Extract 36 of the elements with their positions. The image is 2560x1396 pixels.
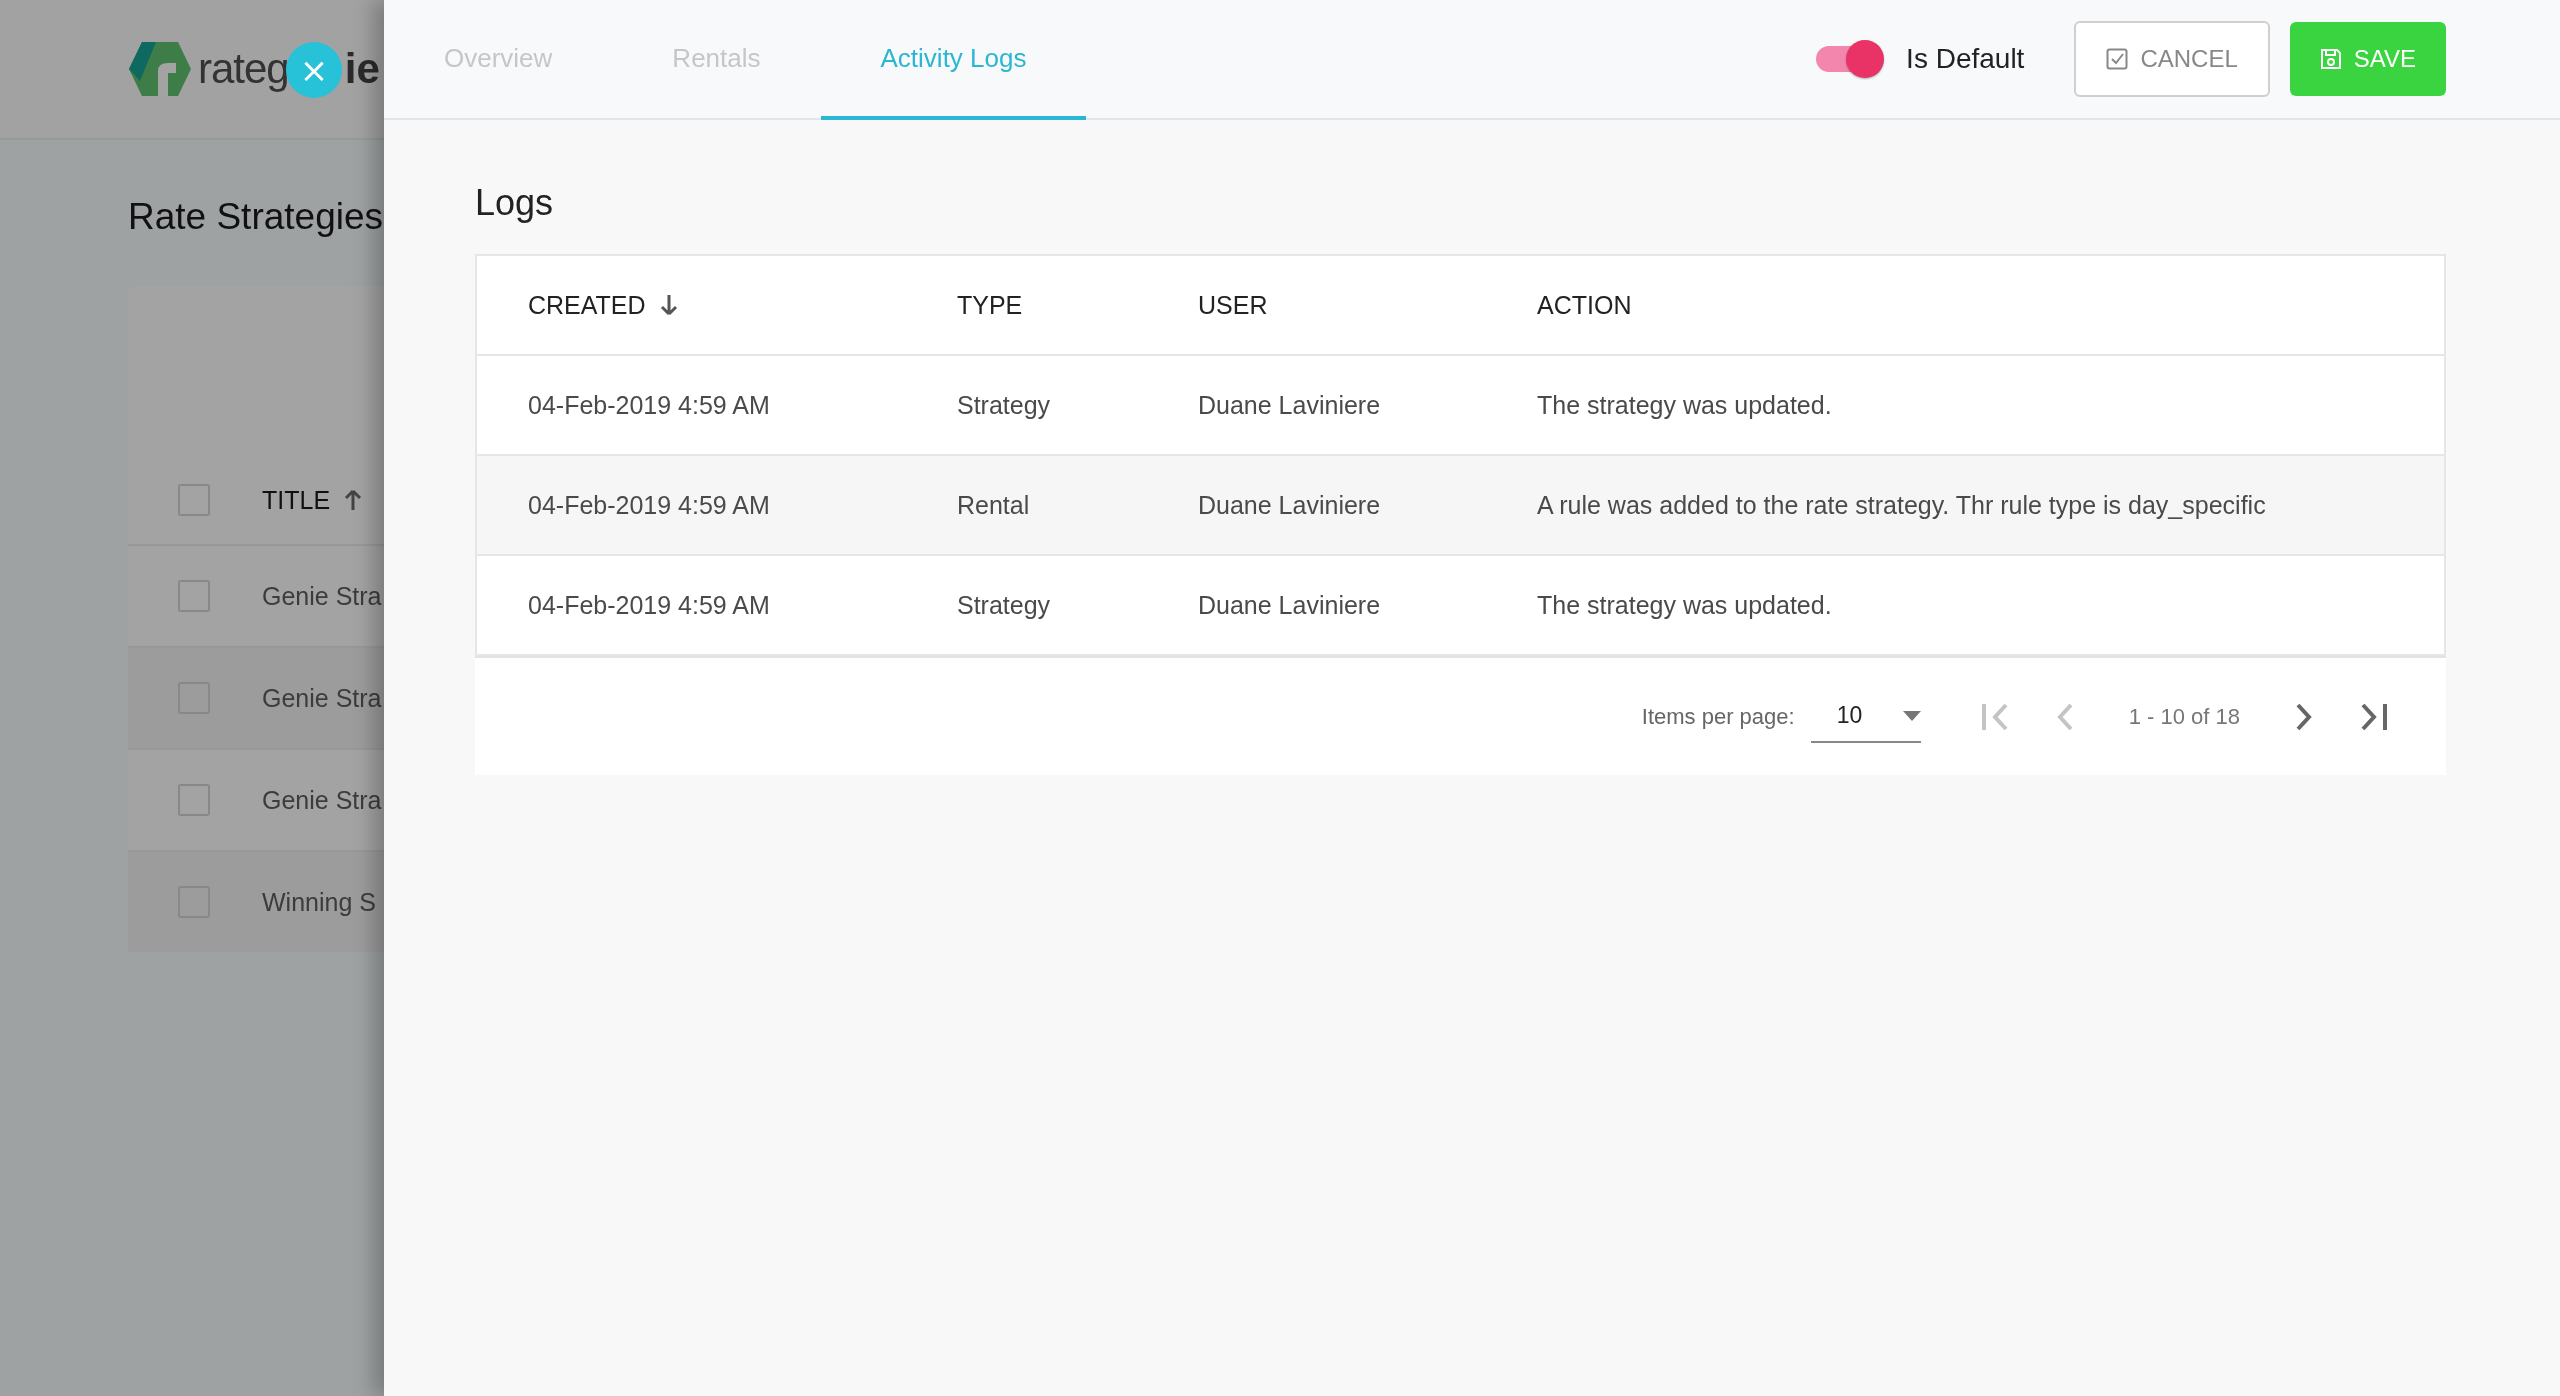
section-title: Logs <box>475 181 555 225</box>
page-size-dropdown[interactable]: 10 <box>1810 690 1921 743</box>
table-cell: Winning S <box>262 887 376 917</box>
table-cell: 04-Feb-2019 4:59 AM <box>528 390 770 420</box>
column-header[interactable]: ACTION <box>1537 290 1632 320</box>
column-header[interactable]: TYPE <box>957 290 1023 320</box>
caret-down-icon <box>1902 710 1921 721</box>
table-cell: Genie Stra <box>262 581 382 611</box>
page-title: Rate Strategies <box>127 195 384 238</box>
logo-text: ie <box>344 45 380 93</box>
toggle-label: Is Default <box>1906 43 2025 75</box>
page-range-label: 1 - 10 of 18 <box>2128 703 2240 730</box>
table-cell: A rule was added to the rate strategy. Thr rule type is day_specific <box>1537 490 2266 520</box>
items-per-page-label: Items per page: <box>1641 703 1795 730</box>
checkbox[interactable] <box>178 784 210 816</box>
table-cell: Duane Laviniere <box>1198 590 1381 620</box>
table-cell: Strategy <box>957 590 1051 620</box>
column-header[interactable]: USER <box>1198 290 1268 320</box>
table-cell: Strategy <box>957 390 1051 420</box>
column-header[interactable]: CREATED <box>528 290 646 320</box>
checkbox[interactable] <box>178 580 210 612</box>
table-cell: The strategy was updated. <box>1537 390 1832 420</box>
table-cell: Genie Stra <box>262 683 382 713</box>
table-cell: Genie Stra <box>262 785 382 815</box>
table-cell: Rental <box>957 490 1030 520</box>
hexagon-logo-icon <box>128 41 192 97</box>
logo-text: rateg <box>198 45 289 93</box>
table-cell: The strategy was updated. <box>1537 590 1832 620</box>
table-cell: Duane Laviniere <box>1198 390 1381 420</box>
column-header[interactable]: TITLE <box>262 485 331 515</box>
table-cell: 04-Feb-2019 4:59 AM <box>528 590 770 620</box>
checkbox[interactable] <box>178 484 210 516</box>
table-cell: 04-Feb-2019 4:59 AM <box>528 490 770 520</box>
table-cell: Duane Laviniere <box>1198 490 1381 520</box>
cancel-button[interactable]: CANCEL <box>2074 21 2270 97</box>
checkbox-icon <box>2106 48 2129 70</box>
